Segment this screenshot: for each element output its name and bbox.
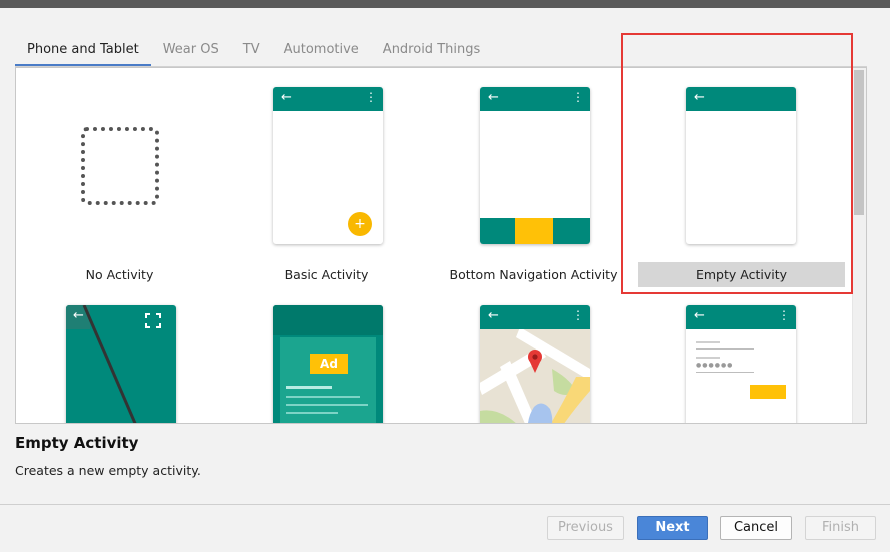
- template-empty-activity[interactable]: ← Empty Activity: [638, 68, 845, 287]
- template-google-maps-activity[interactable]: ← ⋮: [430, 304, 637, 423]
- more-icon: ⋮: [572, 90, 584, 104]
- ad-text-line: [286, 404, 368, 406]
- phone-preview: ← ⋮ +: [273, 87, 383, 244]
- app-bar: ← ⋮: [480, 305, 590, 329]
- template-label: Basic Activity: [284, 267, 369, 282]
- login-field-label: [696, 341, 720, 343]
- phone-preview: ← ⋮: [480, 305, 590, 423]
- template-label-selected: Empty Activity: [638, 262, 845, 287]
- tab-phone-and-tablet[interactable]: Phone and Tablet: [15, 38, 151, 66]
- login-field-label: [696, 357, 720, 359]
- ad-text-line: [286, 396, 360, 398]
- bottom-navigation-bar: [480, 218, 590, 244]
- login-sign-in-button: [750, 385, 786, 399]
- app-bar: [273, 305, 383, 335]
- app-bar: ←: [686, 87, 796, 111]
- form-factor-tabs: Phone and Tablet Wear OS TV Automotive A…: [15, 38, 492, 68]
- ad-card: Ad: [280, 337, 376, 423]
- selected-template-description: Creates a new empty activity.: [15, 463, 201, 478]
- template-no-activity[interactable]: No Activity: [16, 68, 223, 288]
- cancel-button[interactable]: Cancel: [720, 516, 792, 540]
- window-top-bar: [0, 0, 890, 8]
- phone-preview: ← ⋮: [480, 87, 590, 244]
- template-basic-activity[interactable]: ← ⋮ + Basic Activity: [223, 68, 430, 288]
- login-email-field: [696, 348, 754, 350]
- template-label: Bottom Navigation Activity: [449, 267, 618, 282]
- gallery-scrollbar-thumb[interactable]: [854, 70, 864, 215]
- tab-android-things[interactable]: Android Things: [371, 38, 492, 66]
- app-bar: ← ⋮: [480, 87, 590, 111]
- back-arrow-icon: ←: [488, 308, 499, 323]
- more-icon: ⋮: [778, 308, 790, 322]
- ad-text-line: [286, 412, 338, 414]
- no-activity-placeholder-icon: [81, 127, 159, 205]
- tab-automotive[interactable]: Automotive: [272, 38, 371, 66]
- gallery-scrollbar[interactable]: [852, 68, 866, 423]
- back-arrow-icon: ←: [694, 90, 705, 105]
- previous-button[interactable]: Previous: [547, 516, 624, 540]
- more-icon: ⋮: [572, 308, 584, 322]
- app-bar: ← ⋮: [686, 305, 796, 329]
- password-dots-icon: ●●●●●●: [696, 362, 734, 369]
- phone-preview: ← ⋮ ●●●●●●: [686, 305, 796, 423]
- back-arrow-icon: ←: [281, 90, 292, 105]
- more-icon: ⋮: [365, 90, 377, 104]
- phone-preview: ←: [686, 87, 796, 244]
- template-bottom-navigation-activity[interactable]: ← ⋮ Bottom Navigation Activity: [430, 68, 637, 288]
- selected-template-title: Empty Activity: [15, 434, 139, 452]
- login-password-field: [696, 372, 754, 373]
- template-fullscreen-activity[interactable]: ←: [16, 304, 223, 423]
- back-arrow-icon: ←: [488, 90, 499, 105]
- template-admob-ads-activity[interactable]: Ad: [223, 304, 430, 423]
- tab-wear-os[interactable]: Wear OS: [151, 38, 231, 66]
- back-arrow-icon: ←: [694, 308, 705, 323]
- template-label: No Activity: [85, 267, 154, 282]
- template-gallery: No Activity ← ⋮ + Basic Activity ← ⋮ Bot…: [15, 67, 867, 424]
- next-button[interactable]: Next: [637, 516, 708, 540]
- phone-preview: Ad: [273, 305, 383, 423]
- tab-tv[interactable]: TV: [231, 38, 272, 66]
- template-login-activity[interactable]: ← ⋮ ●●●●●●: [638, 304, 845, 423]
- fab-add-icon: +: [348, 212, 372, 236]
- back-arrow-icon: ←: [73, 308, 84, 323]
- footer-divider: [0, 504, 890, 505]
- bottom-nav-selected-item: [515, 218, 553, 244]
- map-preview-graphic: [480, 329, 590, 423]
- app-bar: ← ⋮: [273, 87, 383, 111]
- ad-text-line: [286, 386, 332, 389]
- finish-button[interactable]: Finish: [805, 516, 876, 540]
- ad-badge: Ad: [310, 354, 348, 374]
- phone-preview: ←: [66, 305, 176, 423]
